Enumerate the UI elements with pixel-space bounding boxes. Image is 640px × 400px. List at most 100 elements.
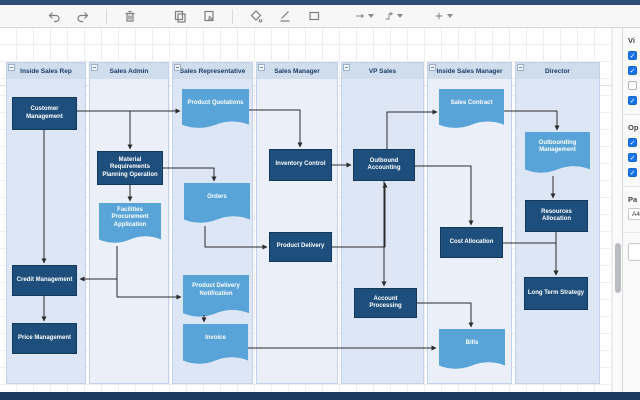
add-dropdown-caret[interactable]	[447, 14, 453, 18]
copy-icon	[174, 10, 186, 23]
node-credit-management[interactable]: Credit Management	[12, 265, 77, 296]
swimlane-header[interactable]: Director	[516, 63, 599, 79]
swimlane-title: Inside Sales Manager	[436, 67, 503, 75]
checkbox-checked[interactable]: ✓	[628, 138, 637, 147]
swimlane-header[interactable]: Sales Representative	[173, 63, 252, 79]
copy-button[interactable]	[170, 7, 190, 25]
node-label: Outbounding Management	[538, 139, 577, 154]
node-sales-contract[interactable]: Sales Contract	[439, 89, 504, 131]
node-label: Product Delivery	[276, 243, 325, 250]
panel-section-title: Pa	[628, 195, 638, 204]
collapse-icon[interactable]	[517, 64, 524, 71]
app-window: Inside Sales Rep Sales Admin Sales Represe…	[0, 0, 640, 400]
connector-button[interactable]	[383, 7, 403, 25]
swimlane-header[interactable]: VP Sales	[342, 63, 423, 79]
node-product-delivery[interactable]: Product Delivery	[269, 232, 332, 262]
panel-row	[628, 81, 640, 90]
toolbar	[0, 5, 640, 28]
node-resources-allocation[interactable]: Resources Allocation	[525, 200, 588, 232]
node-long-term-strategy[interactable]: Long Term Strategy	[524, 277, 588, 310]
arrow-button[interactable]	[354, 7, 374, 25]
toolbar-separator	[106, 8, 107, 24]
swimlane-header[interactable]: Sales Admin	[90, 63, 168, 79]
add-icon	[435, 12, 443, 20]
node-facilities-procurement-application[interactable]: Facilities Procurement Application	[99, 203, 161, 246]
vertical-scrollbar[interactable]	[612, 28, 622, 392]
node-label: Material Requirements Planning Operation	[102, 156, 158, 178]
panel-divider	[623, 186, 640, 187]
node-bills[interactable]: Bills	[439, 329, 505, 372]
shape-button[interactable]	[304, 7, 324, 25]
panel-section-title: Op	[628, 123, 639, 132]
checkbox-checked[interactable]: ✓	[628, 66, 637, 75]
node-label: Outbound Accounting	[367, 157, 401, 172]
panel-section-title: Vi	[628, 36, 635, 45]
swimlane-title: Director	[545, 67, 570, 75]
arrow-dropdown-caret[interactable]	[368, 14, 374, 18]
node-label: Product Quotations	[187, 99, 244, 106]
checkbox-checked[interactable]: ✓	[628, 51, 637, 60]
collapse-icon[interactable]	[8, 64, 15, 71]
panel-row: ✓	[628, 138, 640, 147]
paste-button[interactable]	[199, 7, 219, 25]
collapse-icon[interactable]	[429, 64, 436, 71]
node-label: Customer Management	[26, 106, 63, 120]
node-inventory-control[interactable]: Inventory Control	[269, 149, 332, 181]
add-button[interactable]	[433, 7, 453, 25]
node-invoice[interactable]: Invoice	[183, 324, 248, 367]
scrollbar-thumb[interactable]	[615, 243, 621, 293]
undo-icon	[48, 12, 60, 23]
node-orders[interactable]: Orders	[184, 183, 250, 226]
node-product-delivery-notification[interactable]: Product Delivery Notification	[183, 275, 249, 320]
checkbox-checked[interactable]: ✓	[628, 168, 637, 177]
collapse-icon[interactable]	[91, 64, 98, 71]
node-outbounding-management[interactable]: Outbounding Management	[525, 132, 590, 176]
fill-color-button[interactable]	[246, 7, 266, 25]
node-outbound-accounting[interactable]: Outbound Accounting	[353, 149, 415, 181]
redo-icon	[77, 12, 89, 23]
undo-button[interactable]	[44, 7, 64, 25]
swimlane-title: Sales Manager	[274, 67, 320, 75]
swimlane-header[interactable]: Inside Sales Rep	[7, 63, 85, 79]
window-bottom-bar	[0, 392, 640, 400]
collapse-icon[interactable]	[258, 64, 265, 71]
toolbar-separator	[232, 8, 233, 24]
diagram-canvas[interactable]: Inside Sales Rep Sales Admin Sales Represe…	[0, 28, 612, 392]
checkbox-checked[interactable]: ✓	[628, 153, 637, 162]
checkbox-checked[interactable]: ✓	[628, 96, 637, 105]
swimlane-vp-sales: VP Sales	[341, 62, 424, 384]
shape-icon	[309, 11, 320, 21]
swimlane-header[interactable]: Inside Sales Manager	[428, 63, 511, 79]
swimlane-header[interactable]: Sales Manager	[257, 63, 337, 79]
panel-divider	[623, 114, 640, 115]
redo-button[interactable]	[73, 7, 93, 25]
node-label: Long Term Strategy	[527, 289, 585, 296]
swimlane-sales-manager: Sales Manager	[256, 62, 338, 384]
node-product-quotations[interactable]: Product Quotations	[182, 89, 249, 131]
collapse-icon[interactable]	[343, 64, 350, 71]
panel-row: ✓	[628, 153, 640, 162]
collapse-icon[interactable]	[174, 64, 181, 71]
line-color-button[interactable]	[275, 7, 295, 25]
checkbox-unchecked[interactable]	[628, 81, 637, 90]
panel-row: ✓	[628, 66, 640, 75]
paper-size-select[interactable]: A4	[628, 208, 640, 220]
fill-color-icon	[250, 10, 263, 23]
node-account-processing[interactable]: Account Processing	[354, 288, 417, 318]
node-label: Orders	[207, 194, 227, 201]
node-label: Sales Contract	[450, 99, 493, 106]
node-label: Price Management	[17, 334, 72, 341]
panel-button[interactable]	[628, 243, 640, 261]
node-material-requirements-planning-operation[interactable]: Material Requirements Planning Operation	[97, 151, 163, 185]
node-label: Facilities Procurement Application	[111, 206, 149, 228]
node-cost-allocation[interactable]: Cost Allocation	[440, 227, 503, 258]
node-customer-management[interactable]: Customer Management	[12, 97, 77, 130]
node-label: Credit Management	[16, 276, 73, 283]
connector-dropdown-caret[interactable]	[397, 14, 403, 18]
node-price-management[interactable]: Price Management	[12, 323, 77, 354]
swimlane-title: Inside Sales Rep	[20, 67, 72, 75]
delete-button[interactable]	[120, 7, 140, 25]
node-label: Resources Allocation	[541, 208, 572, 223]
line-color-icon	[280, 11, 290, 22]
paste-icon	[204, 10, 214, 22]
